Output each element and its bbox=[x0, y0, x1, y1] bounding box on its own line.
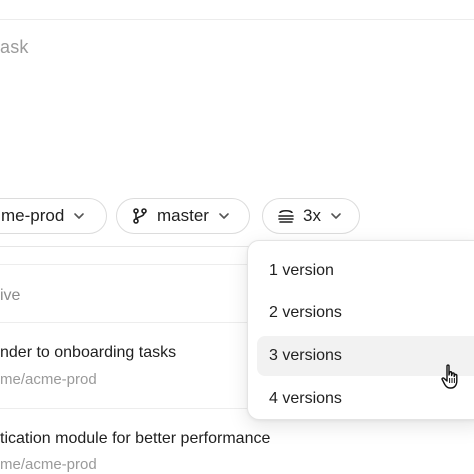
task-repo: me/acme-prod bbox=[0, 371, 97, 388]
chevron-down-icon bbox=[331, 213, 341, 219]
task-title[interactable]: tication module for better performance bbox=[0, 430, 270, 448]
versions-label: 3x bbox=[303, 206, 321, 225]
versions-menu: 1 version 2 versions 3 versions 4 versio… bbox=[247, 240, 474, 420]
task-list-tab[interactable]: ive bbox=[0, 287, 20, 305]
git-branch-icon bbox=[133, 208, 147, 224]
task-repo: me/acme-prod bbox=[0, 456, 97, 473]
chevron-down-icon bbox=[219, 213, 229, 219]
menu-item-1-version[interactable]: 1 version bbox=[257, 251, 474, 291]
branch-label: master bbox=[157, 206, 209, 225]
branch-selector[interactable]: master bbox=[116, 198, 250, 234]
task-title[interactable]: nder to onboarding tasks bbox=[0, 344, 176, 362]
stack-icon bbox=[278, 209, 294, 223]
versions-selector[interactable]: 3x bbox=[262, 198, 360, 234]
repo-label: me-prod bbox=[1, 206, 65, 225]
prompt-placeholder[interactable]: ask bbox=[0, 37, 29, 58]
divider bbox=[0, 19, 474, 20]
repo-selector[interactable]: me-prod bbox=[0, 198, 107, 234]
hand-pointer-icon bbox=[441, 364, 458, 389]
chevron-down-icon bbox=[74, 213, 85, 219]
app-stage: ask me-prod master 3x ive nder to onboar… bbox=[0, 0, 474, 474]
menu-item-2-versions[interactable]: 2 versions bbox=[257, 293, 474, 333]
